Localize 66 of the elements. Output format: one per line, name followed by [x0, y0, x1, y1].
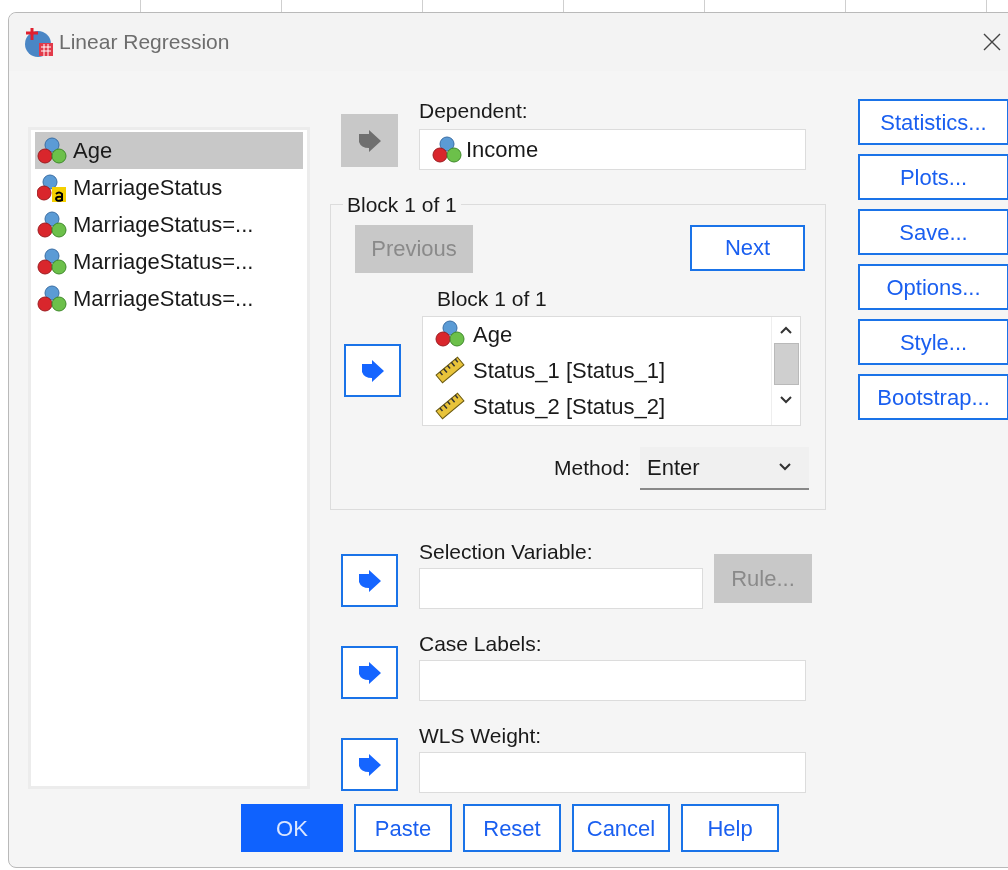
dialog-button[interactable]: Plots...	[858, 154, 1008, 200]
variable-icon	[37, 136, 67, 165]
group-title: Block 1 of 1	[346, 192, 458, 218]
scrollbar-thumb[interactable]	[773, 342, 799, 385]
variable-item[interactable]: MarriageStatus=...	[35, 280, 303, 317]
variable-icon	[432, 135, 462, 164]
input-field[interactable]	[419, 660, 806, 701]
field-label: WLS Weight:	[419, 723, 543, 749]
dialog-button[interactable]: Help	[681, 804, 779, 852]
variable-icon	[37, 210, 67, 239]
move-arrow-button[interactable]	[341, 646, 398, 699]
input-field[interactable]	[419, 752, 806, 793]
dialog-button[interactable]: Cancel	[572, 804, 670, 852]
block-variable-item[interactable]: Status_1 [Status_1]	[435, 351, 771, 389]
variable-icon	[37, 284, 67, 313]
field-label: Dependent:	[419, 98, 529, 124]
arrow-icon	[356, 129, 383, 152]
chevron-down-icon	[778, 462, 792, 472]
variable-name: Age	[473, 320, 513, 349]
dialog-button[interactable]: Save...	[858, 209, 1008, 255]
window-title: Linear Regression	[59, 29, 230, 56]
variable-name: MarriageStatus=...	[73, 211, 254, 239]
dialog-button[interactable]: Statistics...	[858, 99, 1008, 145]
field-value: Income	[466, 136, 539, 164]
dialog-button[interactable]: Bootstrap...	[858, 374, 1008, 420]
variable-name: MarriageStatus=...	[73, 285, 254, 313]
block-variable-item[interactable]: Status_2 [Status_2]	[435, 387, 771, 425]
dialog-button[interactable]: Reset	[463, 804, 561, 852]
dialog-button[interactable]: Style...	[858, 319, 1008, 365]
field-label: Case Labels:	[419, 631, 543, 657]
variable-item[interactable]: MarriageStatus=...	[35, 243, 303, 280]
variable-name: MarriageStatus=...	[73, 248, 254, 276]
variable-item[interactable]: MarriageStatus=...	[35, 206, 303, 243]
dialog-button[interactable]: Options...	[858, 264, 1008, 310]
variable-item[interactable]: MarriageStatus	[35, 169, 303, 206]
field-label: Selection Variable:	[419, 539, 594, 565]
variable-name: MarriageStatus	[73, 174, 223, 202]
scroll-up-icon[interactable]	[779, 324, 793, 335]
arrow-icon	[356, 661, 383, 684]
variable-item[interactable]: Age	[35, 132, 303, 169]
move-arrow-button[interactable]	[344, 344, 401, 397]
block-variable-item[interactable]: Age	[435, 316, 771, 353]
input-field[interactable]	[419, 568, 703, 609]
variable-name: Status_1 [Status_1]	[473, 356, 666, 385]
method-dropdown[interactable]: Enter	[640, 446, 809, 490]
variable-list[interactable]: Age MarriageStatus MarriageStatus=... MarriageStatus=... MarriageStatus=...	[28, 127, 310, 789]
field-label: Method:	[554, 455, 630, 482]
move-arrow-button[interactable]	[341, 738, 398, 791]
list-label: Block 1 of 1	[437, 285, 548, 312]
close-icon[interactable]	[983, 33, 1001, 51]
dialog-button[interactable]: OK	[241, 804, 343, 852]
variable-icon	[37, 173, 67, 202]
arrow-icon	[356, 569, 383, 592]
variable-icon	[37, 247, 67, 276]
arrow-icon	[356, 753, 383, 776]
scrollbar[interactable]	[771, 316, 800, 425]
dialog-button[interactable]: Paste	[354, 804, 452, 852]
scroll-down-icon[interactable]	[779, 394, 793, 405]
dialog-button[interactable]: Next	[690, 224, 805, 271]
block-variable-list[interactable]: Age Status_1 [Status_1] Status_2 [Status_2]	[422, 315, 801, 426]
arrow-icon	[359, 359, 386, 382]
variable-icon	[435, 320, 465, 348]
input-field[interactable]: Income	[419, 129, 806, 170]
move-arrow-button[interactable]	[341, 554, 398, 607]
variable-name: Status_2 [Status_2]	[473, 392, 666, 421]
variable-name: Age	[73, 137, 113, 165]
